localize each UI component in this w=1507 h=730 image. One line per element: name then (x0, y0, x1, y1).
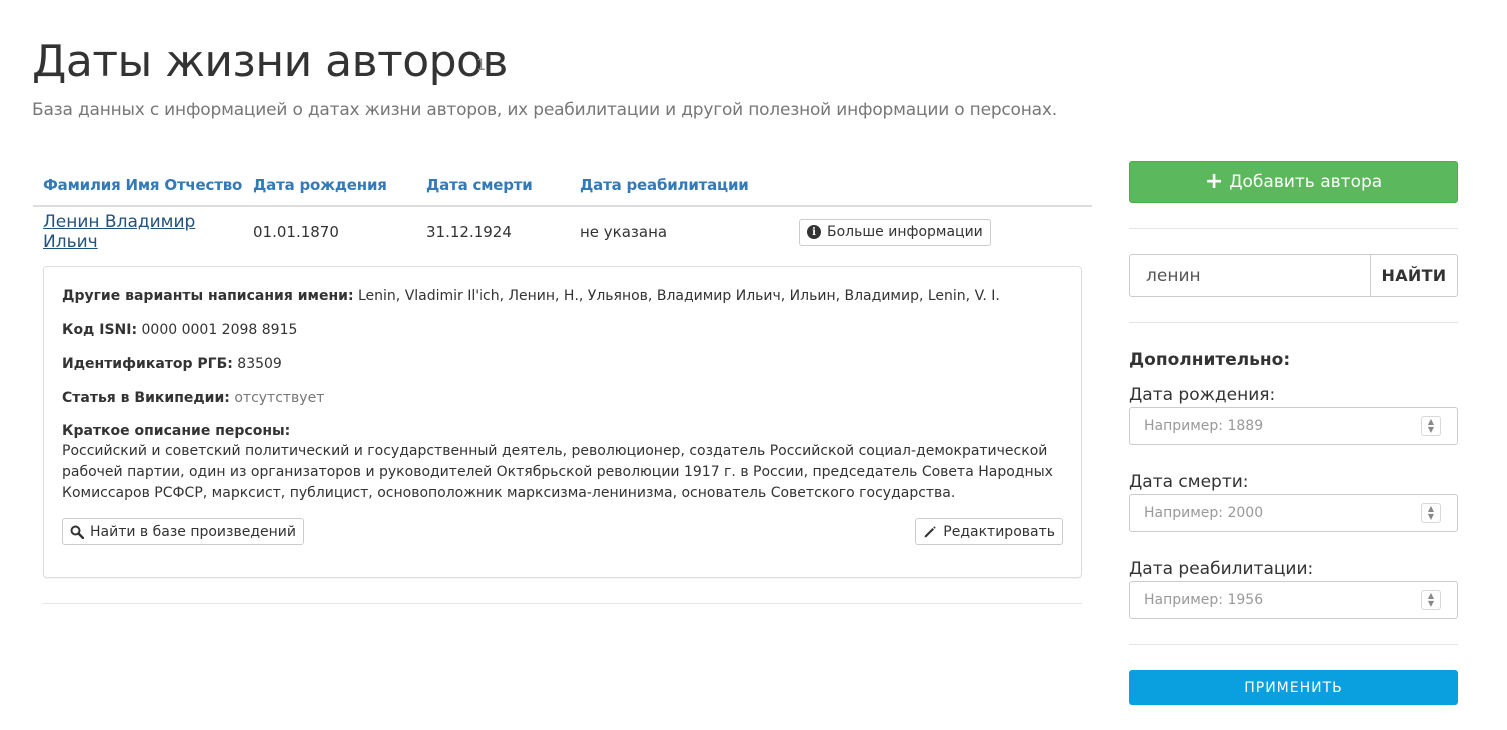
isni-label: Код ISNI: (62, 322, 138, 338)
table-header: Фамилия Имя Отчество Дата рождения Дата … (33, 165, 1092, 207)
death-filter-input[interactable] (1130, 495, 1457, 531)
results-table: Фамилия Имя Отчество Дата рождения Дата … (33, 165, 1092, 604)
author-name-cell: Ленин Владимир Ильич (33, 212, 253, 252)
spinner-icon[interactable]: ▲ ▼ (1421, 590, 1441, 610)
isni-value: 0000 0001 2098 8915 (141, 322, 298, 338)
wiki-label: Статья в Википедии: (62, 390, 230, 406)
search-works-button[interactable]: Найти в базе произведений (62, 518, 304, 545)
death-date-cell: 31.12.1924 (426, 223, 512, 241)
results-count: 1 (476, 55, 487, 74)
info-circle-icon: i (807, 225, 821, 239)
table-row: Ленин Владимир Ильич 01.01.1870 31.12.19… (33, 207, 1092, 257)
rehab-filter-label: Дата реабилитации: (1129, 559, 1314, 579)
table-bottom-divider (43, 603, 1082, 604)
rgb-label: Идентификатор РГБ: (62, 356, 233, 372)
rehab-date-cell: не указана (580, 223, 668, 241)
panel-actions: Найти в базе произведений Редактировать (62, 518, 1063, 545)
page-subtitle: База данных с информацией о датах жизни … (32, 100, 1057, 120)
author-details-panel: Другие варианты написания имени: Lenin, … (43, 266, 1082, 578)
pencil-icon (924, 525, 936, 537)
find-button[interactable]: НАЙТИ (1371, 254, 1458, 297)
extra-filters-title: Дополнительно: (1129, 350, 1291, 370)
column-header-name[interactable]: Фамилия Имя Отчество (33, 176, 253, 194)
birth-filter-field: ▲▼ (1129, 407, 1458, 445)
wiki-value: отсутствует (234, 390, 325, 406)
rehab-filter-field: ▲▼ (1129, 581, 1458, 619)
sidebar: + Добавить автора НАЙТИ Дополнительно: Д… (1129, 161, 1458, 705)
alt-names-line: Другие варианты написания имени: Lenin, … (62, 287, 1063, 305)
edit-label: Редактировать (943, 523, 1055, 540)
page-title: Даты жизни авторов (32, 36, 508, 87)
birth-filter-input[interactable] (1130, 408, 1457, 444)
description-label: Краткое описание персоны: (62, 423, 291, 439)
death-filter-field: ▲▼ (1129, 494, 1458, 532)
more-info-button[interactable]: i Больше информации (799, 218, 991, 246)
rgb-value: 83509 (237, 356, 282, 372)
birth-date-cell: 01.01.1870 (253, 223, 339, 241)
edit-button[interactable]: Редактировать (915, 518, 1063, 545)
spinner-icon[interactable]: ▲ ▼ (1421, 416, 1441, 436)
add-author-label: Добавить автора (1229, 172, 1383, 192)
search-group: НАЙТИ (1129, 254, 1458, 297)
actions-cell: i Больше информации (799, 218, 991, 246)
birth-filter-label: Дата рождения: (1129, 385, 1276, 405)
column-header-rehab[interactable]: Дата реабилитации (580, 176, 799, 194)
spinner-icon[interactable]: ▲ ▼ (1421, 503, 1441, 523)
search-works-label: Найти в базе произведений (90, 523, 296, 540)
rehab-filter-input[interactable] (1130, 582, 1457, 618)
alt-names-label: Другие варианты написания имени: (62, 288, 354, 304)
search-input[interactable] (1129, 254, 1371, 297)
more-info-label: Больше информации (827, 224, 983, 240)
plus-icon: + (1204, 169, 1224, 194)
rgb-line: Идентификатор РГБ: 83509 (62, 355, 1063, 373)
search-icon (70, 525, 84, 539)
add-author-button[interactable]: + Добавить автора (1129, 161, 1458, 203)
author-link[interactable]: Ленин Владимир Ильич (43, 212, 195, 252)
alt-names-value: Lenin, Vladimir Il'ich, Ленин, Н., Ульян… (358, 288, 1000, 304)
description-text: Российский и советский политический и го… (62, 443, 1053, 501)
column-header-death[interactable]: Дата смерти (426, 176, 580, 194)
wiki-line: Статья в Википедии: отсутствует (62, 389, 1063, 407)
sidebar-divider (1129, 644, 1458, 645)
sidebar-divider (1129, 322, 1458, 323)
column-header-birth[interactable]: Дата рождения (253, 176, 426, 194)
isni-line: Код ISNI: 0000 0001 2098 8915 (62, 321, 1063, 339)
death-filter-label: Дата смерти: (1129, 472, 1249, 492)
sidebar-divider (1129, 228, 1458, 229)
apply-button[interactable]: ПРИМЕНИТЬ (1129, 670, 1458, 705)
